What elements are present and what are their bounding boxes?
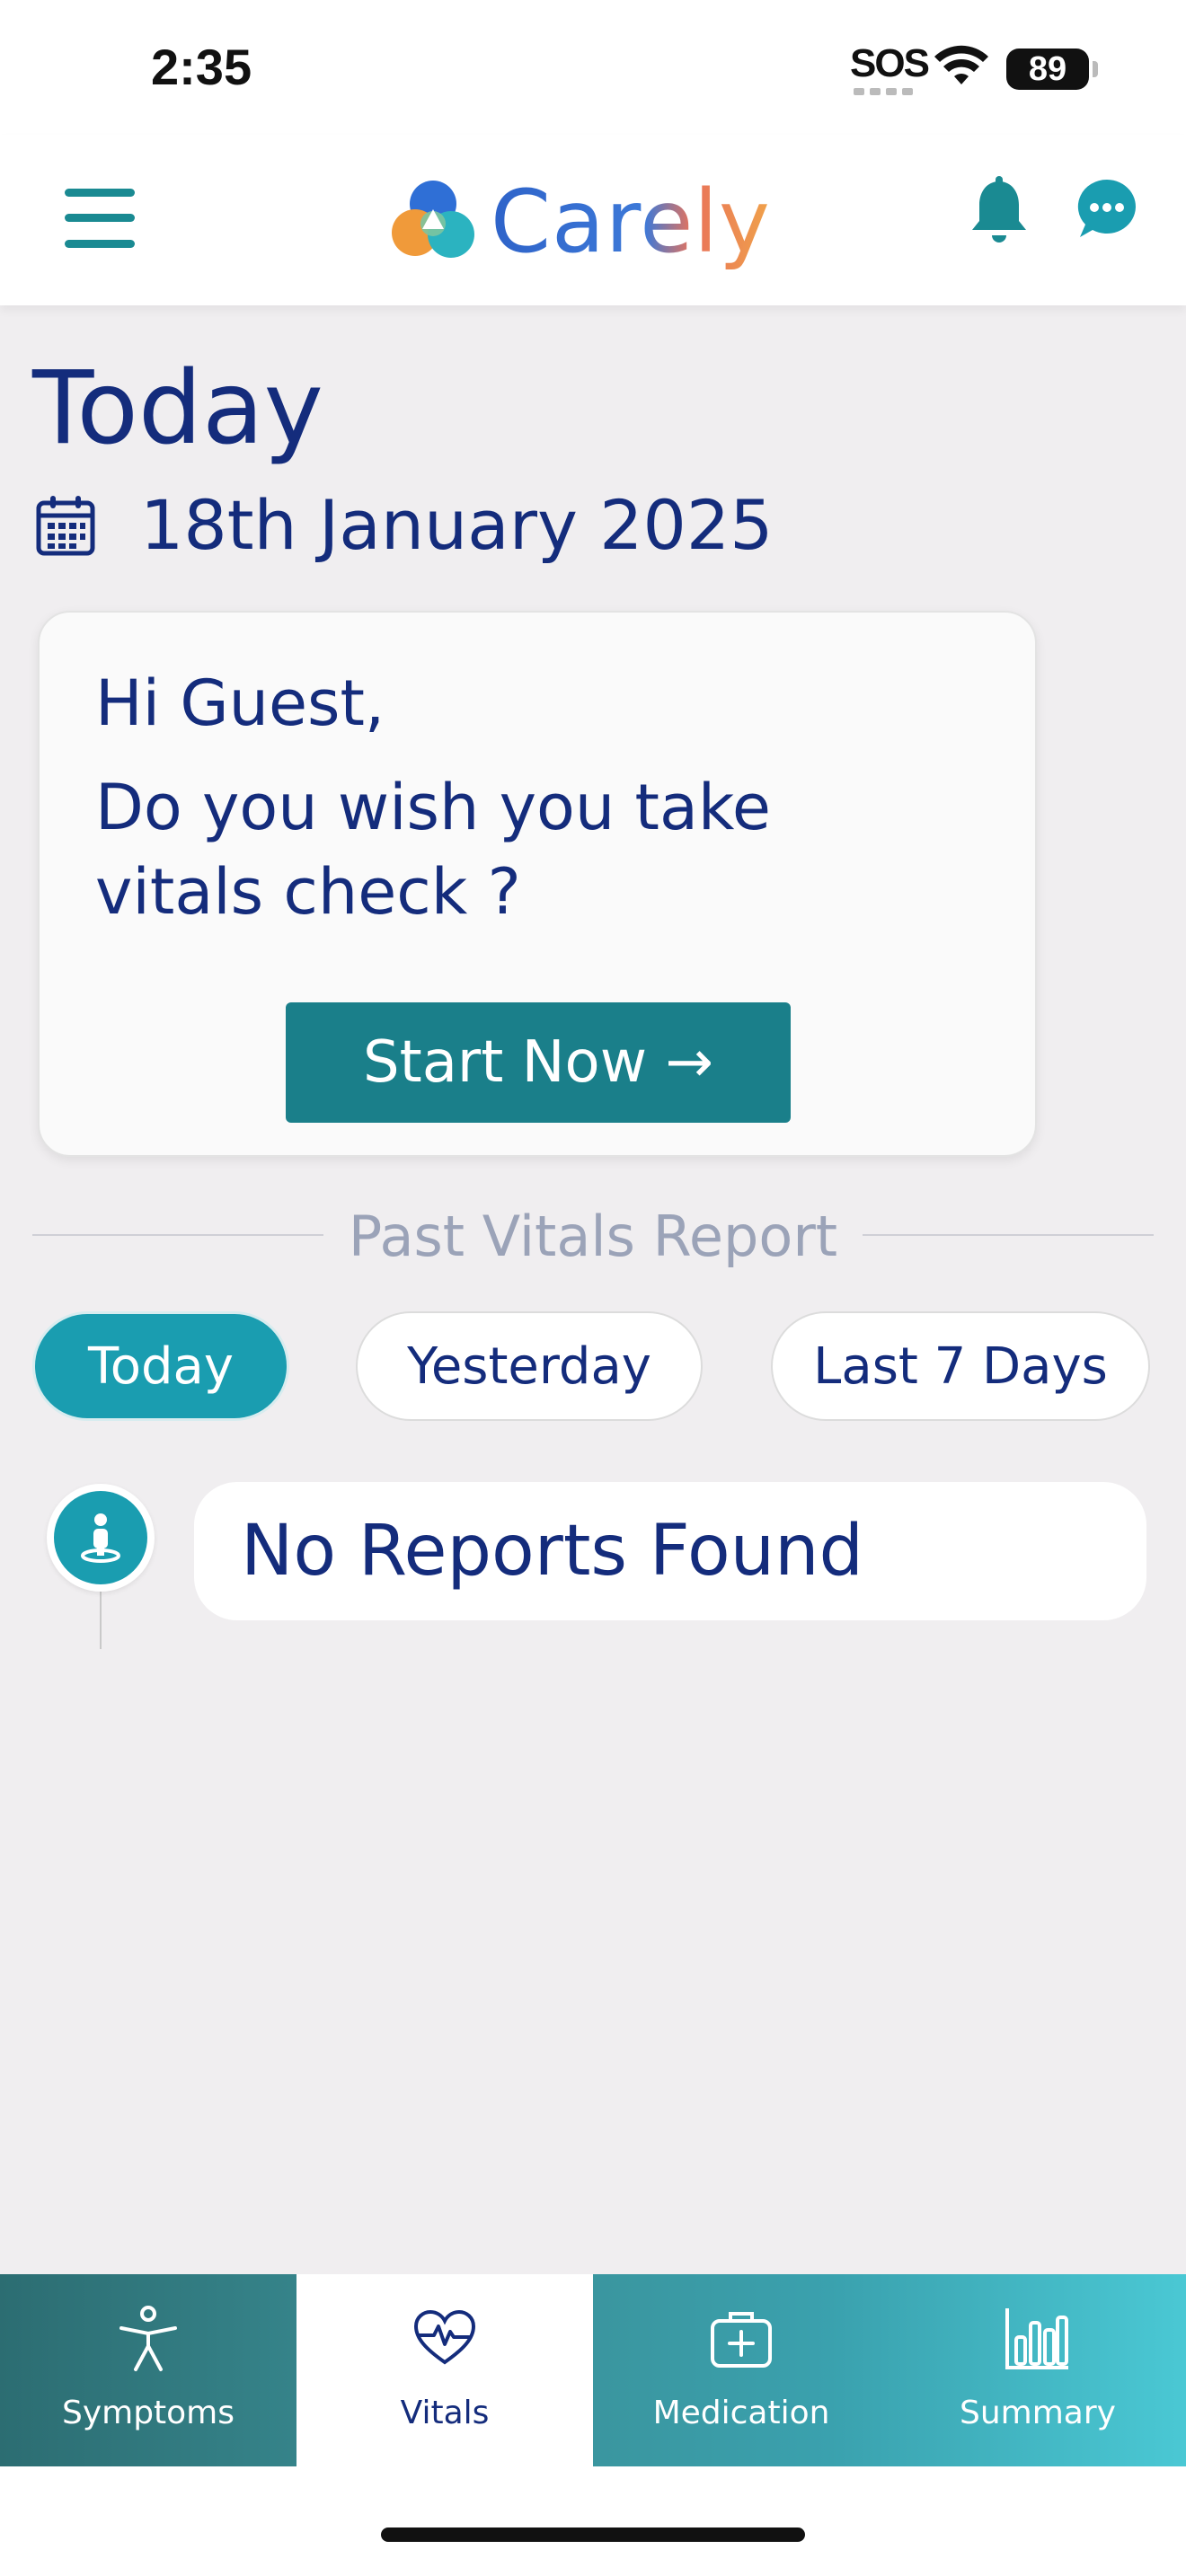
battery-indicator: 89 <box>1006 49 1089 90</box>
person-pin-icon <box>81 1513 120 1563</box>
home-indicator-area <box>0 2466 1186 2576</box>
sos-indicator: SOS <box>850 41 930 85</box>
calendar-icon <box>36 495 95 555</box>
nav-label: Summary <box>960 2395 1116 2431</box>
battery-cap <box>1093 61 1098 77</box>
vitals-prompt-card: Hi Guest, Do you wish you take vitals ch… <box>38 611 1037 1157</box>
divider-line <box>32 1234 323 1236</box>
current-date: 18th January 2025 <box>140 485 774 565</box>
bell-icon[interactable] <box>967 176 1031 248</box>
signal-dots-icon <box>854 88 916 95</box>
home-indicator[interactable] <box>381 2527 805 2542</box>
date-row: 18th January 2025 <box>36 485 774 565</box>
vitals-question: Do you wish you take vitals check ? <box>95 771 771 929</box>
tab-last-7-days[interactable]: Last 7 Days <box>771 1311 1150 1421</box>
nav-vitals[interactable]: Vitals <box>296 2274 593 2466</box>
menu-icon <box>65 189 135 197</box>
nav-medication[interactable]: Medication <box>593 2274 890 2466</box>
wifi-icon <box>934 45 988 84</box>
page-title: Today <box>32 350 323 467</box>
bottom-nav: Symptoms Vitals Medication Summary <box>0 2274 1186 2466</box>
person-accessibility-icon <box>119 2306 177 2371</box>
nav-symptoms[interactable]: Symptoms <box>0 2274 296 2466</box>
range-tabs: Today Yesterday Last 7 Days <box>0 1311 1186 1423</box>
logo-icon <box>392 181 474 258</box>
nav-label: Medication <box>652 2395 830 2431</box>
section-divider: Past Vitals Report <box>32 1204 1154 1269</box>
nav-label: Vitals <box>400 2395 490 2431</box>
tab-today[interactable]: Today <box>32 1311 289 1421</box>
app-header: Carely <box>0 135 1186 305</box>
tab-yesterday[interactable]: Yesterday <box>356 1311 703 1421</box>
nav-summary[interactable]: Summary <box>890 2274 1186 2466</box>
timeline-node <box>47 1484 155 1592</box>
bar-chart-icon <box>1005 2308 1068 2369</box>
chat-icon[interactable] <box>1075 176 1139 241</box>
nav-label: Symptoms <box>61 2395 235 2431</box>
status-time: 2:35 <box>151 39 252 95</box>
empty-state-text: No Reports Found <box>241 1511 864 1592</box>
menu-button[interactable] <box>65 189 135 248</box>
heart-pulse-icon <box>413 2309 476 2365</box>
empty-state-card: No Reports Found <box>194 1482 1146 1620</box>
brand-name: Carely <box>491 172 771 272</box>
timeline-line <box>100 1590 102 1649</box>
brand-logo: Carely <box>388 172 771 272</box>
start-now-button[interactable]: Start Now → <box>286 1002 791 1123</box>
status-bar: 2:35 SOS 89 <box>0 0 1186 135</box>
greeting-text: Hi Guest, <box>95 666 385 740</box>
medkit-icon <box>711 2312 772 2368</box>
divider-line <box>863 1234 1154 1236</box>
section-title: Past Vitals Report <box>348 1204 838 1269</box>
